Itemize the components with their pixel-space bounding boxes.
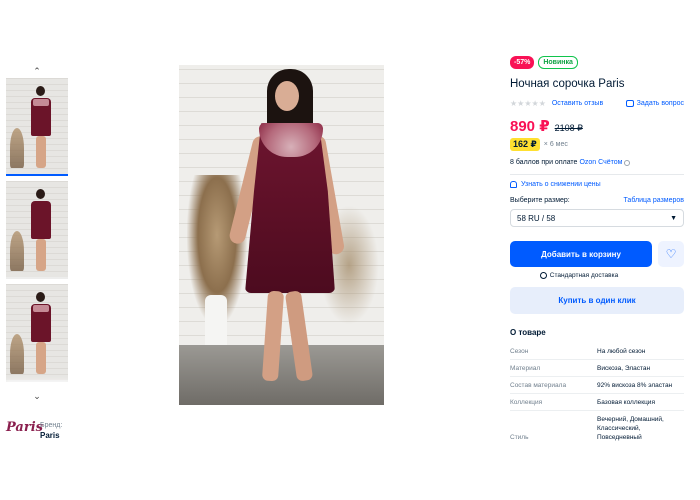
spec-table: Сезон На любой сезон Материал Вискоза, Э… bbox=[510, 343, 684, 445]
spec-value: Вискоза, Эластан bbox=[597, 365, 651, 372]
delivery-label: Стандартная доставка bbox=[549, 272, 619, 279]
brand-label: Бренд: bbox=[40, 422, 63, 429]
spec-row: Сезон На любой сезон bbox=[510, 343, 684, 359]
ozon-account-link[interactable]: Ozon Счётом bbox=[579, 159, 622, 166]
installment-row[interactable]: 162 ₽ × 6 мес bbox=[510, 138, 684, 151]
thumbnail-2[interactable] bbox=[6, 181, 68, 279]
chevron-down-icon[interactable]: ⌄ bbox=[4, 386, 70, 406]
spec-key: Стиль bbox=[510, 434, 529, 441]
product-info-panel: -57% Новинка Ночная сорочка Paris ★★★★★ … bbox=[510, 56, 684, 445]
ask-question-link[interactable]: Задать вопрос bbox=[625, 99, 684, 107]
favorite-button[interactable]: ♡ bbox=[658, 241, 684, 267]
spec-key: Материал bbox=[510, 365, 541, 372]
brand-name[interactable]: Paris bbox=[40, 431, 60, 440]
thumbnail-gallery: ⌃ ⌄ bbox=[4, 64, 70, 406]
discount-badge: -57% bbox=[510, 56, 535, 69]
about-title: О товаре bbox=[510, 328, 546, 337]
product-title: Ночная сорочка Paris bbox=[510, 78, 625, 90]
brand-logo[interactable]: Paris bbox=[6, 420, 43, 435]
leave-review-link[interactable]: Оставить отзыв bbox=[552, 100, 603, 107]
spec-row: Коллекция Базовая коллекция bbox=[510, 393, 684, 410]
price-drop-notify[interactable]: Узнать о снижении цены bbox=[510, 181, 684, 188]
delivery-icon bbox=[539, 272, 547, 279]
spec-value: Базовая коллекция bbox=[597, 399, 655, 406]
thumbnail-1[interactable] bbox=[6, 78, 68, 176]
points-row: 8 баллов при оплате Ozon Счётом bbox=[510, 159, 684, 166]
cart-row: Добавить в корзину ♡ bbox=[510, 241, 684, 267]
new-badge: Новинка bbox=[538, 56, 578, 69]
rating-row: ★★★★★ Оставить отзыв Задать вопрос bbox=[510, 97, 684, 109]
size-label: Выберите размер: bbox=[510, 197, 570, 204]
points-text: 8 баллов при оплате bbox=[510, 159, 578, 166]
chevron-down-icon: ▼ bbox=[670, 214, 677, 222]
spec-row: Материал Вискоза, Эластан bbox=[510, 359, 684, 376]
chevron-up-icon[interactable]: ⌃ bbox=[4, 64, 70, 78]
spec-key: Состав материала bbox=[510, 382, 567, 389]
spec-row: Состав материала 92% вискоза 8% эластан bbox=[510, 376, 684, 393]
delivery-info: Стандартная доставка bbox=[510, 272, 648, 279]
buy-one-click-button[interactable]: Купить в один клик bbox=[510, 287, 684, 314]
installment-term: × 6 мес bbox=[543, 141, 568, 148]
spec-value: Вечерний, Домашний, Классический, Повсед… bbox=[597, 416, 664, 441]
divider bbox=[510, 174, 684, 175]
rating-stars-icon: ★★★★★ bbox=[510, 98, 546, 108]
product-page: ⌃ ⌄ Paris Бренд: Paris -57% Новинка Ночн… bbox=[0, 0, 700, 500]
info-icon[interactable] bbox=[624, 159, 631, 166]
ask-question-label: Задать вопрос bbox=[636, 99, 684, 107]
size-select[interactable]: 58 RU / 58 ▼ bbox=[510, 209, 684, 227]
spec-row: Стиль Вечерний, Домашний, Классический, … bbox=[510, 410, 684, 445]
price-row: 890 ₽ 2108 ₽ bbox=[510, 117, 684, 135]
thumbnail-3[interactable] bbox=[6, 284, 68, 382]
add-to-cart-button[interactable]: Добавить в корзину bbox=[510, 241, 652, 267]
badges: -57% Новинка bbox=[510, 56, 684, 69]
heart-icon: ♡ bbox=[665, 247, 677, 261]
price-drop-label: Узнать о снижении цены bbox=[521, 181, 601, 188]
size-selected-value: 58 RU / 58 bbox=[517, 213, 556, 223]
installment-amount: 162 ₽ bbox=[510, 138, 540, 151]
bell-icon bbox=[510, 181, 517, 188]
spec-key: Коллекция bbox=[510, 399, 543, 406]
spec-key: Сезон bbox=[510, 348, 529, 355]
size-row: Выберите размер: Таблица размеров bbox=[510, 197, 684, 204]
spec-value: На любой сезон bbox=[597, 348, 646, 355]
size-table-link[interactable]: Таблица размеров bbox=[623, 197, 684, 204]
old-price: 2108 ₽ bbox=[554, 123, 583, 133]
current-price: 890 ₽ bbox=[510, 118, 550, 135]
chat-icon bbox=[625, 99, 634, 107]
main-product-image[interactable] bbox=[179, 65, 384, 405]
spec-value: 92% вискоза 8% эластан bbox=[597, 382, 673, 389]
